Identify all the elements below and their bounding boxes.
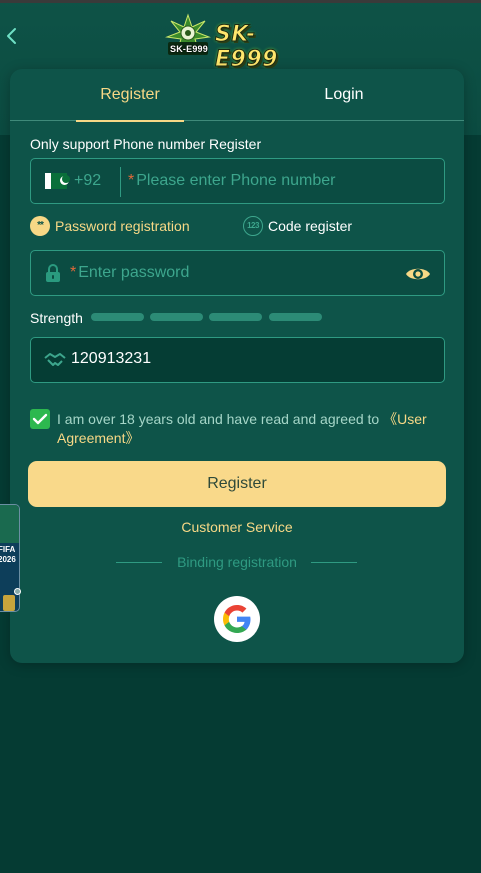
numeric-code-icon: 123	[243, 216, 263, 236]
option-password-label: Password registration	[55, 218, 190, 234]
agreement-checkbox[interactable]	[30, 409, 50, 429]
banner-text: FIFA 2026	[0, 545, 16, 564]
binding-divider-right	[311, 562, 357, 563]
password-placeholder-text: Enter password	[78, 264, 190, 281]
checkmark-icon	[32, 413, 48, 425]
auth-tabs: Register Login	[10, 69, 464, 122]
strength-bar-3	[209, 313, 262, 321]
fifa-promo-banner[interactable]: FIFA 2026	[0, 504, 20, 612]
customer-service-link[interactable]: Customer Service	[10, 519, 464, 535]
chevron-left-icon	[7, 28, 16, 44]
handshake-icon	[44, 353, 66, 366]
brand-logo: SK-E999 SK-E999	[165, 13, 317, 73]
flag-green-part	[51, 173, 70, 189]
pakistan-flag-icon	[45, 173, 70, 189]
google-login-button[interactable]	[214, 596, 260, 642]
agreement-text: I am over 18 years old and have read and…	[57, 410, 452, 448]
register-button[interactable]: Register	[28, 461, 446, 507]
google-icon	[223, 605, 251, 633]
eye-icon[interactable]	[405, 264, 431, 284]
required-mark: *	[128, 172, 135, 189]
lock-icon	[46, 264, 60, 282]
flag-crescent-cut	[62, 175, 70, 183]
phone-divider	[120, 167, 121, 197]
banner-emblem	[0, 505, 19, 543]
logo-text: SK-E999	[215, 22, 278, 73]
strength-bar-2	[150, 313, 203, 321]
phone-placeholder-text: Please enter Phone number	[136, 172, 336, 189]
password-dots-icon: **	[30, 216, 50, 236]
invite-code-field[interactable]: 120913231	[30, 337, 445, 383]
country-code[interactable]: +92	[74, 172, 101, 190]
invite-code-value[interactable]: 120913231	[71, 350, 151, 368]
register-card: Register Login Only support Phone number…	[10, 69, 464, 663]
password-placeholder[interactable]: * Enter password	[70, 264, 189, 282]
banner-close-dot[interactable]	[14, 588, 21, 595]
password-field[interactable]: * Enter password	[30, 250, 445, 296]
top-edge	[0, 0, 481, 3]
strength-bar-4	[269, 313, 322, 321]
tab-register[interactable]: Register	[76, 69, 184, 122]
phone-placeholder[interactable]: * Please enter Phone number	[128, 172, 335, 190]
binding-registration-label: Binding registration	[177, 554, 297, 570]
phone-field[interactable]: +92 * Please enter Phone number	[30, 158, 445, 204]
option-code-label: Code register	[268, 218, 353, 234]
back-button[interactable]	[4, 24, 24, 48]
logo-small-text: SK-E999	[170, 44, 208, 54]
trophy-icon	[3, 595, 15, 611]
required-mark: *	[70, 264, 77, 281]
agreement-statement: I am over 18 years old and have read and…	[57, 411, 384, 427]
strength-bar-1	[91, 313, 144, 321]
strength-label: Strength	[30, 310, 83, 326]
tab-login[interactable]: Login	[290, 69, 398, 121]
phone-only-note: Only support Phone number Register	[30, 136, 262, 152]
